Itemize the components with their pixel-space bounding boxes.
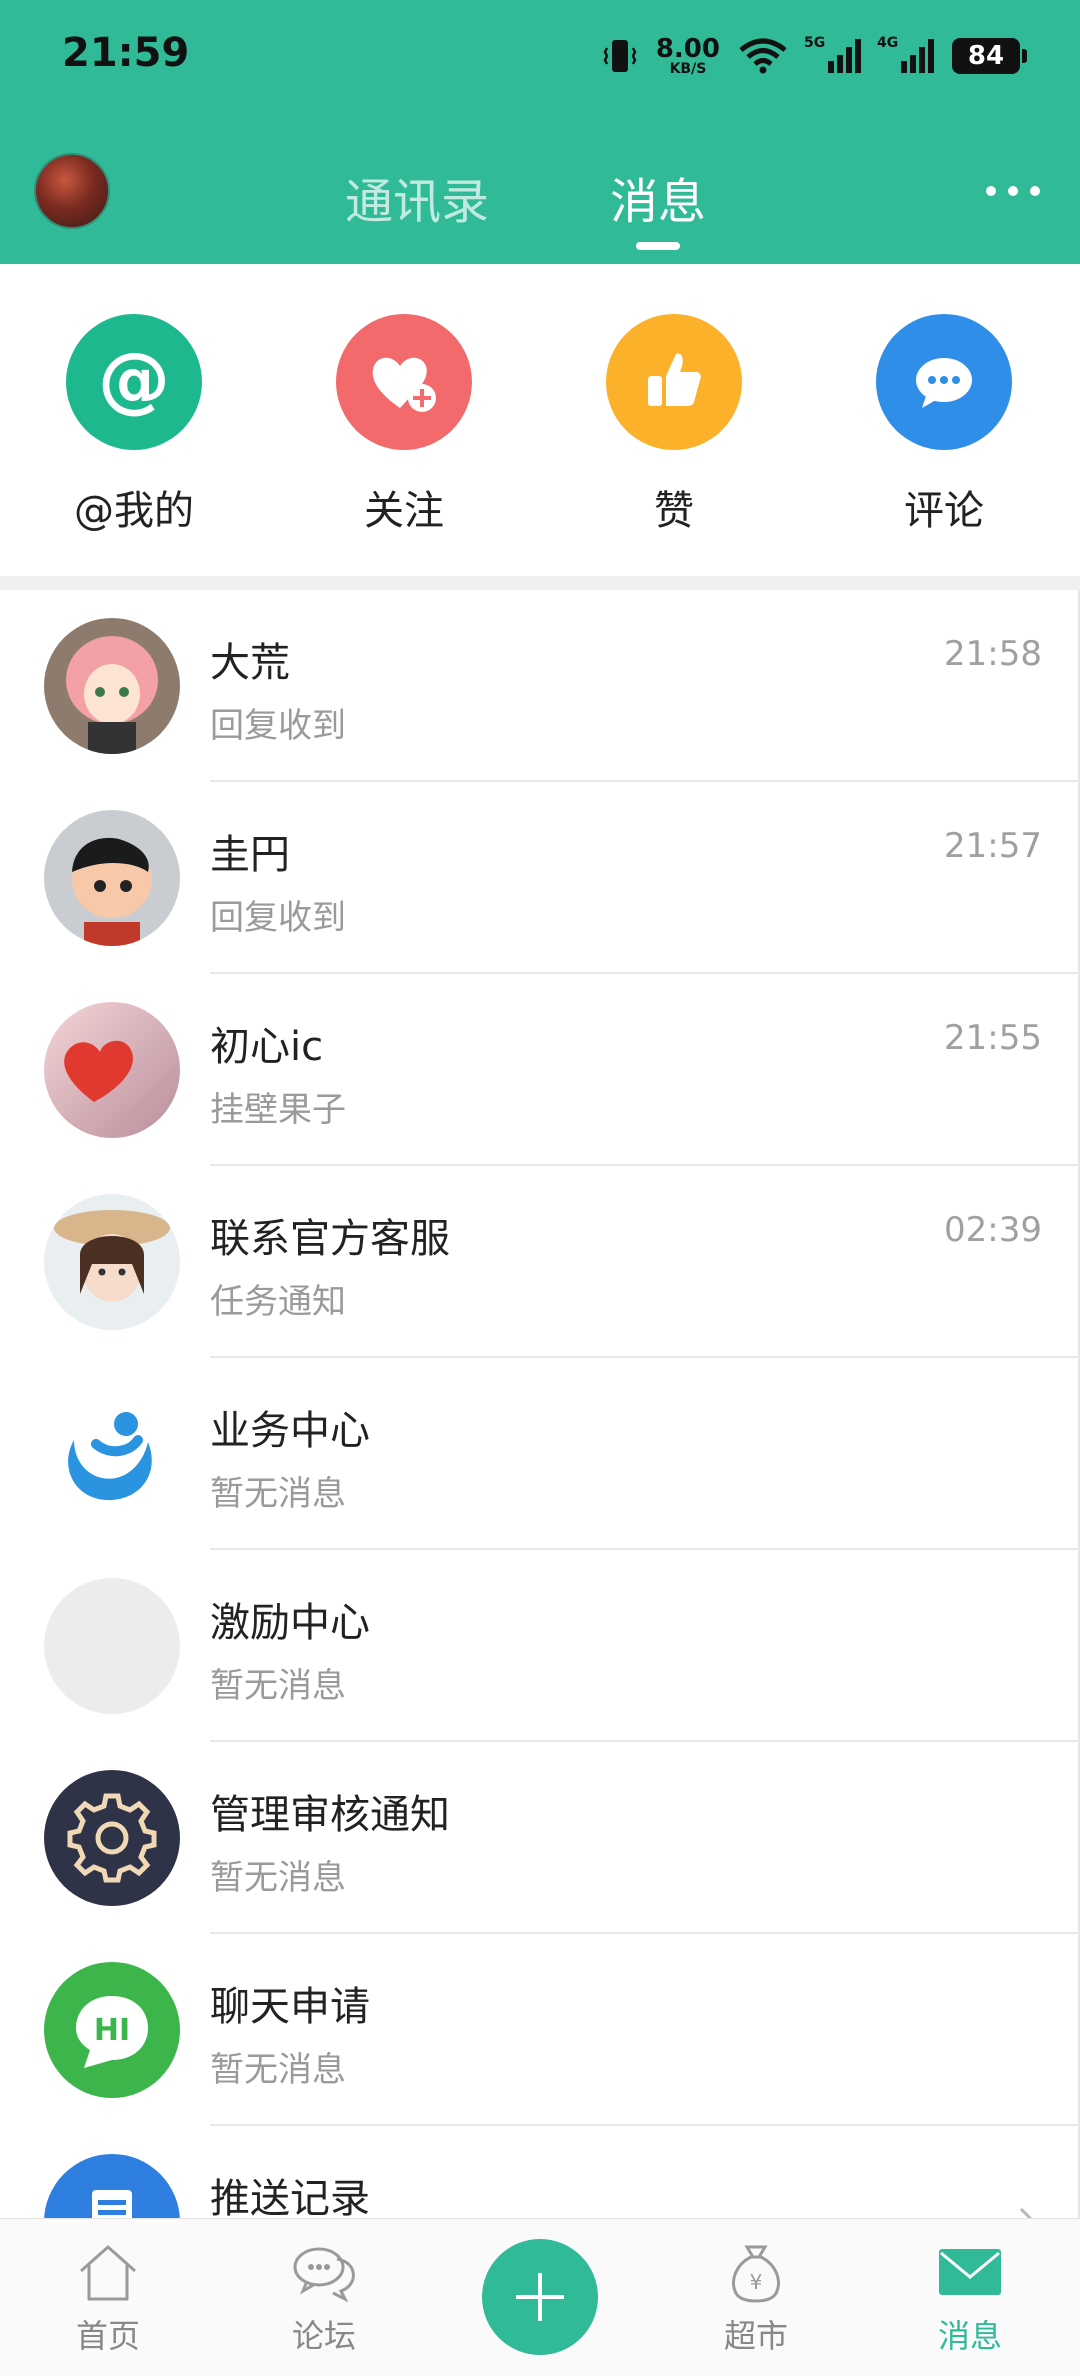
- message-preview: 挂壁果子: [210, 1090, 346, 1130]
- contact-name: 圭円: [210, 832, 290, 878]
- contact-name: 初心ic: [210, 1024, 324, 1070]
- svg-text:@: @: [98, 342, 170, 421]
- contact-avatar-placeholder: [44, 1578, 180, 1714]
- message-time: 21:55: [944, 1018, 1042, 1058]
- signal-5g-label: 5G: [804, 35, 826, 51]
- contact-name: 推送记录: [210, 2176, 370, 2220]
- chat-request-icon: HI: [44, 1962, 180, 2098]
- conversation-item[interactable]: 初心ic 挂壁果子 21:55: [0, 974, 1080, 1166]
- network-speed: 8.00 KB/S: [656, 36, 720, 76]
- contact-name: 业务中心: [210, 1408, 370, 1454]
- message-preview: 暂无消息: [210, 1858, 346, 1898]
- status-icons: 8.00 KB/S 5G 4G 84: [602, 35, 1027, 76]
- nav-messages[interactable]: 消息: [890, 2237, 1050, 2357]
- contact-name: 聊天申请: [210, 1984, 370, 2030]
- nav-home-label: 首页: [75, 2317, 140, 2355]
- message-preview: 任务通知: [210, 1282, 346, 1322]
- conversation-item[interactable]: 圭円 回复收到 21:57: [0, 782, 1080, 974]
- status-time: 21:59: [62, 30, 190, 76]
- nav-forum-label: 论坛: [291, 2317, 356, 2355]
- wifi-icon: [739, 38, 787, 74]
- forum-icon: [289, 2237, 359, 2307]
- conversation-item[interactable]: 管理审核通知 暂无消息: [0, 1742, 1080, 1934]
- document-icon: [44, 2154, 180, 2220]
- user-avatar[interactable]: [34, 153, 110, 229]
- signal-5g-icon: 5G: [804, 35, 861, 73]
- conversation-item[interactable]: HI 聊天申请 暂无消息: [0, 1934, 1080, 2126]
- more-options-icon[interactable]: [986, 186, 1040, 196]
- chat-request-icon-text: HI: [94, 2013, 130, 2048]
- gear-icon: [44, 1770, 180, 1906]
- conversation-item[interactable]: 大荒 回复收到 21:58: [0, 590, 1080, 782]
- at-icon: @: [66, 314, 202, 450]
- contact-name: 联系官方客服: [210, 1216, 450, 1262]
- contact-name: 大荒: [210, 640, 290, 686]
- category-follow[interactable]: 关注: [304, 314, 504, 536]
- vibrate-icon: [603, 40, 637, 72]
- nav-messages-label: 消息: [937, 2317, 1002, 2355]
- contact-avatar: [44, 810, 180, 946]
- home-icon: [73, 2237, 143, 2307]
- heart-plus-icon: [336, 314, 472, 450]
- tab-contacts[interactable]: 通讯录: [345, 162, 489, 232]
- tab-messages[interactable]: 消息: [610, 162, 706, 232]
- signal-4g-icon: 4G: [877, 35, 934, 73]
- nav-home[interactable]: 首页: [28, 2237, 188, 2357]
- conversation-item[interactable]: 激励中心 暂无消息: [0, 1550, 1080, 1742]
- nav-market[interactable]: ¥ 超市: [676, 2237, 836, 2357]
- message-preview: 暂无消息: [210, 2050, 346, 2090]
- message-preview: 暂无消息: [210, 1666, 346, 1706]
- message-time: 21:57: [944, 826, 1042, 866]
- thumbs-up-icon: [606, 314, 742, 450]
- message-preview: 回复收到: [210, 706, 346, 746]
- business-center-logo: [44, 1386, 180, 1522]
- contact-name: 激励中心: [210, 1600, 370, 1646]
- contact-avatar: [44, 618, 180, 754]
- mail-icon: [935, 2237, 1005, 2307]
- signal-4g-label: 4G: [877, 35, 899, 51]
- add-button[interactable]: [482, 2239, 598, 2355]
- app-header: 21:59 8.00 KB/S 5G 4G 84 通讯录 消息: [0, 0, 1080, 264]
- active-tab-indicator: [636, 242, 680, 250]
- bottom-navigation: 首页 论坛 ¥ 超市 消息: [0, 2218, 1080, 2376]
- message-preview: 回复收到: [210, 898, 346, 938]
- conversation-item[interactable]: 推送记录: [0, 2126, 1080, 2220]
- nav-market-label: 超市: [723, 2317, 788, 2355]
- message-categories: @ @我的 关注 赞 评论: [0, 264, 1080, 576]
- network-speed-value: 8.00: [655, 34, 720, 64]
- category-likes-label: 赞: [654, 488, 694, 534]
- category-mentions-label: @我的: [74, 488, 194, 534]
- category-comments[interactable]: 评论: [844, 314, 1044, 536]
- message-time: 02:39: [944, 1210, 1042, 1250]
- section-divider: [0, 576, 1080, 590]
- network-speed-unit: KB/S: [669, 61, 707, 77]
- message-time: 21:58: [944, 634, 1042, 674]
- comment-icon: [876, 314, 1012, 450]
- contact-avatar: [44, 1194, 180, 1330]
- nav-forum[interactable]: 论坛: [244, 2237, 404, 2357]
- contact-avatar: [44, 1002, 180, 1138]
- conversation-item[interactable]: 业务中心 暂无消息: [0, 1358, 1080, 1550]
- money-bag-icon: ¥: [721, 2237, 791, 2307]
- contact-name: 管理审核通知: [210, 1792, 450, 1838]
- conversation-item[interactable]: 联系官方客服 任务通知 02:39: [0, 1166, 1080, 1358]
- category-likes[interactable]: 赞: [574, 314, 774, 536]
- category-comments-label: 评论: [904, 488, 984, 534]
- category-mentions[interactable]: @ @我的: [34, 314, 234, 536]
- category-follow-label: 关注: [364, 488, 444, 534]
- battery-indicator: 84: [952, 38, 1027, 74]
- message-preview: 暂无消息: [210, 1474, 346, 1514]
- svg-text:¥: ¥: [750, 2270, 763, 2294]
- conversation-list[interactable]: 大荒 回复收到 21:58 圭円 回复收到 21:57 初心ic 挂壁果子 21…: [0, 590, 1080, 2220]
- plus-icon: [516, 2273, 564, 2321]
